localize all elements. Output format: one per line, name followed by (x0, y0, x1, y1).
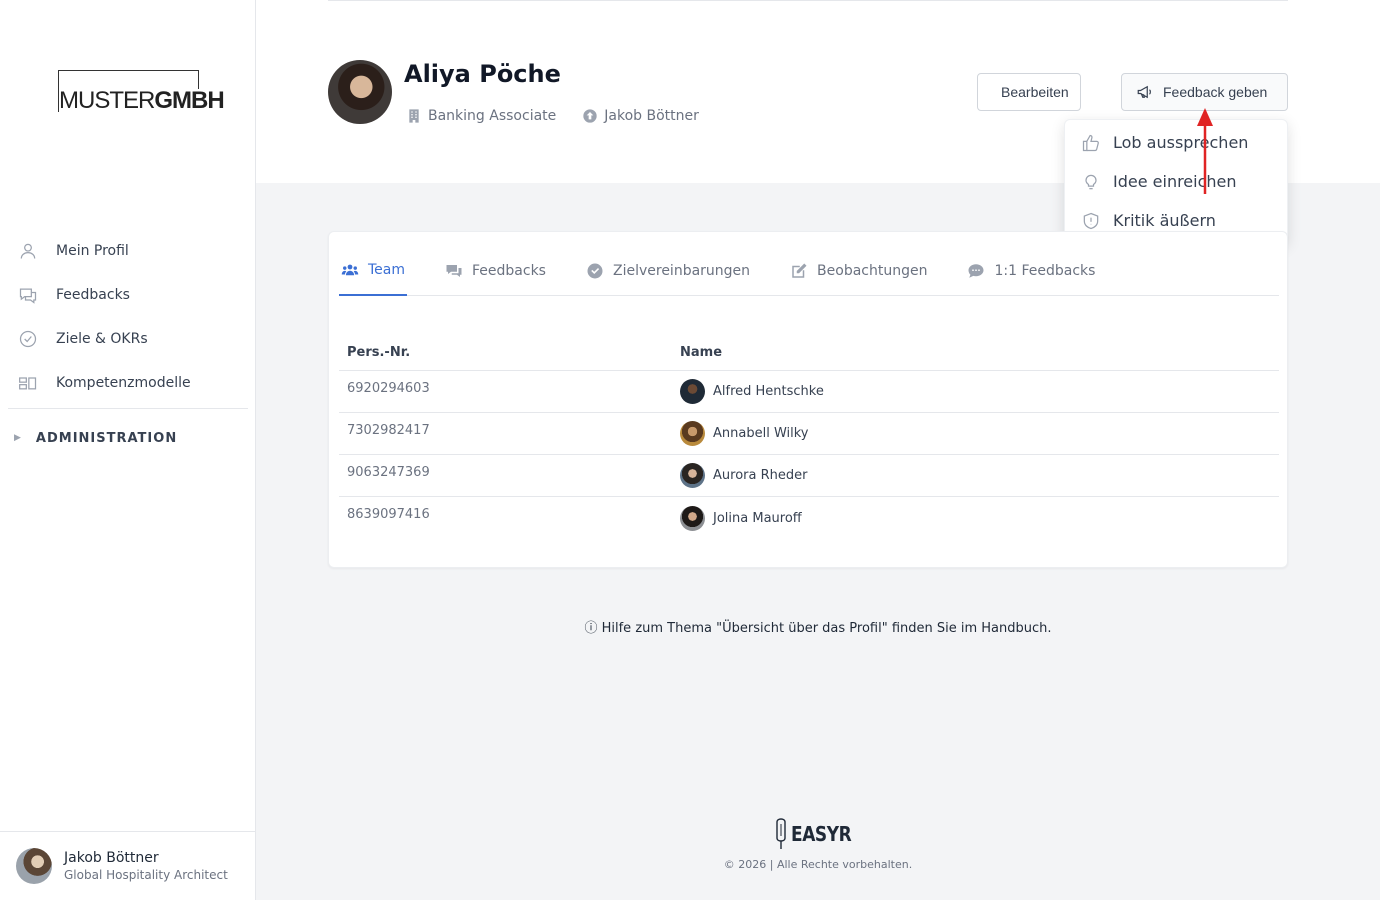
arrow-up-circle-icon (583, 109, 597, 123)
tab-team[interactable]: Team (339, 246, 408, 296)
table-header: Pers.-Nr. Name (339, 335, 1279, 371)
question-circle-icon: ⓘ (584, 621, 598, 636)
give-feedback-button[interactable]: Feedback geben (1121, 73, 1288, 111)
logo-part2: GMBH (154, 87, 224, 114)
sidebar-item-feedbacks[interactable]: Feedbacks (8, 273, 248, 317)
cell-name: Alfred Hentschke (713, 384, 824, 399)
sidebar-item-administration[interactable]: ▶ ADMINISTRATION (8, 409, 248, 467)
table-row[interactable]: 6920294603 Alfred Hentschke (339, 371, 1279, 413)
column-header-number: Pers.-Nr. (347, 345, 411, 360)
table-row[interactable]: 7302982417 Annabell Wilky (339, 413, 1279, 455)
sidebar-item-label: Kompetenzmodelle (56, 375, 191, 391)
table-row[interactable]: 9063247369 Aurora Rheder (339, 455, 1279, 497)
column-header-name: Name (680, 345, 723, 360)
copyright-text: © 2026 | Alle Rechte vorbehalten. (723, 858, 913, 871)
sidebar-item-label: Feedbacks (56, 287, 130, 303)
feedback-dropdown-menu: Lob aussprechen Idee einreichen Kritik ä… (1064, 119, 1288, 244)
user-role: Global Hospitality Architect (64, 868, 228, 882)
sidebar-item-kompetenzmodelle[interactable]: Kompetenzmodelle (8, 361, 248, 405)
avatar (680, 421, 705, 446)
avatar (680, 463, 705, 488)
cell-number: 9063247369 (347, 465, 430, 480)
megaphone-icon (1137, 85, 1151, 99)
tab-1-1-feedbacks[interactable]: 1:1 Feedbacks (965, 246, 1097, 296)
comment-icon (968, 264, 984, 278)
sidebar-item-mein-profil[interactable]: Mein Profil (8, 229, 248, 273)
tab-feedbacks[interactable]: Feedbacks (443, 246, 548, 296)
sidebar-item-ziele[interactable]: Ziele & OKRs (8, 317, 248, 361)
cell-name: Annabell Wilky (713, 426, 809, 441)
edit-icon (792, 263, 807, 278)
profile-avatar (328, 60, 392, 124)
user-icon (20, 243, 36, 259)
cell-number: 8639097416 (347, 507, 430, 522)
users-icon (341, 264, 359, 276)
check-circle-icon (587, 263, 603, 279)
caret-right-icon: ▶ (14, 433, 22, 443)
easyr-logo-icon (776, 818, 786, 849)
chat-icon (446, 265, 462, 277)
avatar (16, 848, 52, 884)
menu-item-idee[interactable]: Idee einreichen (1065, 162, 1287, 201)
profile-tabs: Team Feedbacks Zielvereinbarungen Beobac… (339, 246, 1279, 296)
building-icon (409, 109, 419, 123)
cell-name: Aurora Rheder (713, 468, 808, 483)
page-title: Aliya Pöche (404, 60, 561, 88)
thumbs-up-icon (1082, 134, 1099, 151)
sidebar-item-label: Mein Profil (56, 243, 129, 259)
profile-position: Banking Associate (406, 108, 556, 124)
cell-name: Jolina Mauroff (713, 510, 802, 526)
admin-label: ADMINISTRATION (35, 430, 178, 446)
tab-beobachtungen[interactable]: Beobachtungen (788, 246, 929, 296)
menu-item-lob[interactable]: Lob aussprechen (1065, 123, 1287, 162)
tab-zielvereinbarungen[interactable]: Zielvereinbarungen (584, 246, 752, 296)
grid-icon (19, 377, 37, 390)
brand-name: EASYR (791, 822, 852, 846)
avatar (680, 379, 705, 404)
footer-brand: EASYR (771, 818, 862, 850)
lightbulb-icon (1085, 174, 1097, 189)
header-divider (328, 0, 1288, 1)
shield-icon (1083, 212, 1099, 229)
team-table: Pers.-Nr. Name 6920294603 Alfred Hentsch… (339, 335, 1279, 539)
logo-part1: MUSTER (59, 87, 155, 114)
check-circle-icon (19, 330, 37, 348)
table-row[interactable]: 8639097416 Jolina Mauroff (339, 497, 1279, 539)
annotation-arrow-icon (1197, 108, 1213, 194)
cell-number: 7302982417 (347, 423, 430, 438)
company-logo[interactable]: MUSTERGMBH (58, 70, 226, 114)
profile-meta: Banking Associate Jakob Böttner (406, 108, 725, 124)
user-name: Jakob Böttner (64, 850, 159, 866)
cell-number: 6920294603 (347, 381, 430, 396)
current-user[interactable]: Jakob Böttner Global Hospitality Archite… (0, 831, 255, 900)
sidebar-nav: Mein Profil Feedbacks Ziele & OKRs Kompe… (8, 229, 248, 467)
sidebar: MUSTERGMBH Mein Profil Feedbacks Ziele &… (0, 0, 256, 900)
avatar (680, 505, 705, 531)
chat-icon (19, 288, 37, 304)
help-link[interactable]: ⓘ Hilfe zum Thema "Übersicht über das Pr… (256, 617, 1380, 636)
edit-button[interactable]: Bearbeiten (977, 73, 1081, 111)
sidebar-item-label: Ziele & OKRs (56, 331, 148, 347)
team-card: Team Feedbacks Zielvereinbarungen Beobac… (328, 231, 1288, 568)
profile-manager[interactable]: Jakob Böttner (582, 108, 699, 124)
